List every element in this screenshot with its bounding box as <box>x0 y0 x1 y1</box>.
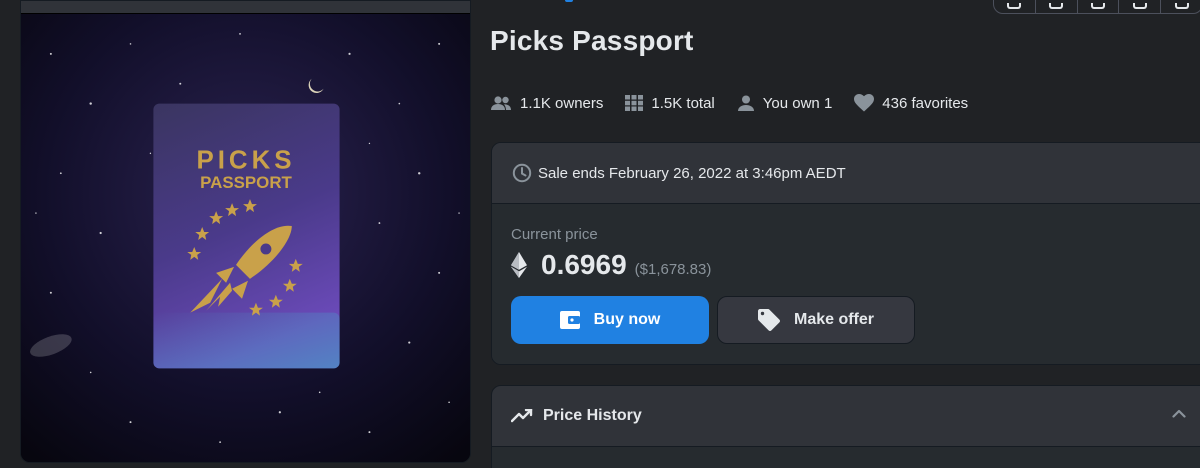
external-link-button[interactable] <box>1078 0 1120 13</box>
sale-panel: Sale ends February 26, 2022 at 3:46pm AE… <box>491 142 1200 365</box>
cover-title-line1: PICKS <box>196 146 295 174</box>
wallet-icon <box>559 311 580 329</box>
chevron-up-icon[interactable] <box>1172 409 1186 418</box>
price-usd: ($1,678.83) <box>634 261 712 278</box>
item-media-card: PICKS PASSPORT <box>20 0 471 463</box>
external-icon <box>1090 3 1105 9</box>
item-image[interactable]: PICKS PASSPORT <box>21 13 470 463</box>
more-icon <box>1174 3 1189 9</box>
refresh-icon <box>1007 3 1022 9</box>
view-button[interactable] <box>1036 0 1078 13</box>
price-value: 0.6969 <box>541 249 627 280</box>
make-offer-button[interactable]: Make offer <box>717 296 915 344</box>
people-icon <box>491 96 511 110</box>
price-history-header[interactable]: Price History <box>492 386 1200 447</box>
owners-count: 1.1K owners <box>520 94 604 112</box>
trending-icon <box>511 409 533 423</box>
media-header-bar <box>21 1 470 13</box>
favorites-stat[interactable]: 436 favorites <box>854 94 968 112</box>
purchase-actions: Buy now Make offer <box>511 296 923 344</box>
clock-icon <box>512 163 532 183</box>
person-icon <box>737 95 754 111</box>
you-own-count: You own 1 <box>762 94 833 112</box>
buy-now-label: Buy now <box>593 311 661 328</box>
make-offer-label: Make offer <box>793 311 875 328</box>
share-icon <box>1132 3 1147 9</box>
sale-header: Sale ends February 26, 2022 at 3:46pm AE… <box>492 143 1200 204</box>
you-own-stat: You own 1 <box>737 94 833 112</box>
cover-title-line2: PASSPORT <box>200 173 292 192</box>
tag-icon <box>757 309 780 331</box>
buy-now-button[interactable]: Buy now <box>511 296 709 344</box>
favorites-count: 436 favorites <box>882 94 969 112</box>
current-price-label: Current price <box>511 226 598 243</box>
more-button[interactable] <box>1161 0 1200 13</box>
price-row: 0.6969 ($1,678.83) <box>511 249 1191 281</box>
collection-link-fragment[interactable] <box>565 0 573 2</box>
share-button[interactable] <box>1119 0 1162 13</box>
refresh-button[interactable] <box>994 0 1036 13</box>
price-history-title: Price History <box>543 407 642 424</box>
ethereum-icon <box>511 252 527 278</box>
total-stat: 1.5K total <box>625 94 715 112</box>
window-icon <box>1049 3 1064 9</box>
item-stats: 1.1K owners 1.5K total You own 1 436 fav… <box>490 92 990 114</box>
item-title: Picks Passport <box>490 25 694 56</box>
item-page: PICKS PASSPORT Picks Passport 1.1K owner… <box>0 0 1200 468</box>
price-history-body <box>492 447 1200 468</box>
price-history-panel: Price History <box>491 385 1200 468</box>
price-section: Current price 0.6969 ($1,678.83) Buy now… <box>492 204 1200 364</box>
grid-icon <box>625 95 644 111</box>
item-toolbar <box>993 0 1200 14</box>
sale-end-text: Sale ends February 26, 2022 at 3:46pm AE… <box>538 164 846 182</box>
owners-stat[interactable]: 1.1K owners <box>490 95 603 112</box>
heart-icon <box>854 94 875 112</box>
total-count: 1.5K total <box>651 94 715 112</box>
